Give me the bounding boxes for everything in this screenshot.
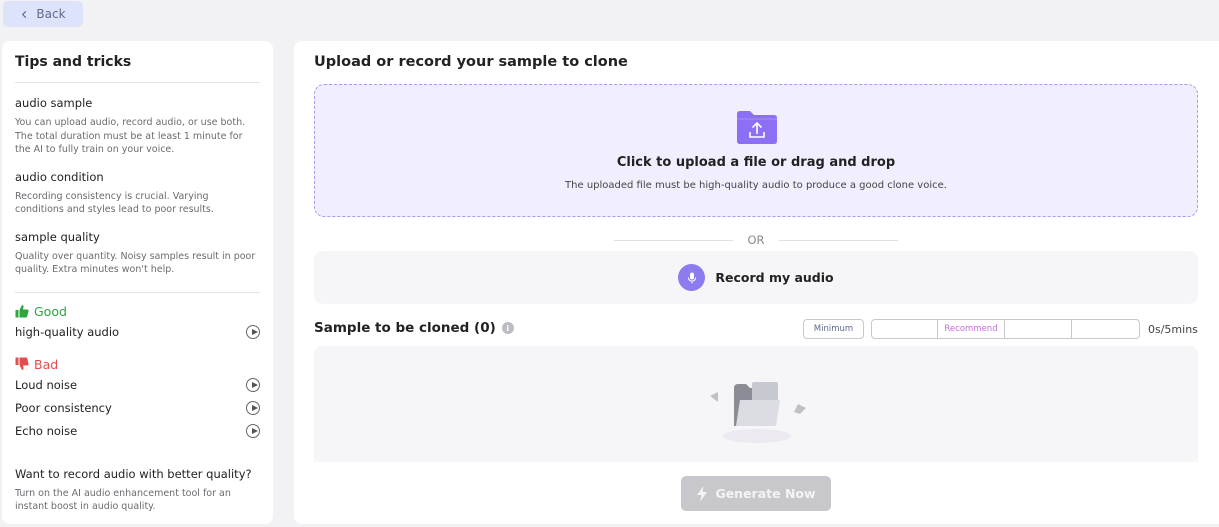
progress-segment (1005, 319, 1072, 339)
play-icon[interactable] (246, 378, 260, 392)
good-heading: Good (15, 304, 260, 319)
thumbs-up-icon (15, 305, 29, 318)
page-title: Upload or record your sample to clone (314, 54, 628, 70)
empty-folder-icon (710, 382, 806, 443)
play-icon[interactable] (246, 325, 260, 339)
enhance-tip-desc: Turn on the AI audio enhancement tool fo… (15, 487, 231, 513)
enhance-tip-title: Want to record audio with better quality… (15, 466, 252, 481)
play-icon[interactable] (246, 424, 260, 438)
sample-list-empty (314, 346, 1198, 462)
duration-progress: Minimum Recommend 0s/5mins (803, 319, 1198, 339)
upload-title: Click to upload a file or drag and drop (616, 155, 896, 170)
thumbs-down-icon (15, 357, 29, 370)
bad-sample-row: Echo noise (15, 420, 260, 443)
divider-line (778, 239, 899, 241)
microphone-icon (678, 264, 706, 291)
or-label: OR (747, 233, 765, 247)
sample-list-title-text: Sample to be cloned (0) (314, 320, 496, 336)
tip-title-sample-quality: sample quality (15, 229, 100, 244)
bad-sample-row: Poor consistency (15, 397, 260, 420)
back-button[interactable]: Back (3, 1, 83, 27)
tip-title-audio-condition: audio condition (15, 169, 104, 184)
lightning-icon (697, 485, 708, 502)
clone-panel: Upload or record your sample to clone Cl… (294, 41, 1219, 524)
good-sample-row: high-quality audio (15, 321, 260, 344)
divider-line (614, 239, 734, 241)
or-divider: OR (614, 233, 899, 247)
upload-description: The uploaded file must be high-quality a… (565, 180, 947, 191)
generate-now-button[interactable]: Generate Now (681, 476, 831, 511)
progress-segment (1072, 319, 1140, 339)
record-audio-button[interactable]: Record my audio (314, 251, 1198, 304)
bad-heading: Bad (15, 357, 260, 372)
sample-list-title: Sample to be cloned (0) i (314, 320, 514, 336)
bad-sample-row: Loud noise (15, 374, 260, 397)
chevron-left-icon (22, 10, 27, 18)
good-sample-label: high-quality audio (15, 325, 120, 339)
recommend-marker: Recommend (938, 319, 1005, 339)
bad-sample-label: Loud noise (15, 378, 78, 392)
tips-title: Tips and tricks (15, 53, 260, 83)
back-label: Back (36, 7, 66, 21)
play-icon[interactable] (246, 401, 260, 415)
upload-dropzone[interactable]: Click to upload a file or drag and drop … (314, 84, 1198, 217)
tip-desc-audio-condition: Recording consistency is crucial. Varyin… (15, 190, 214, 216)
bad-sample-label: Poor consistency (15, 401, 112, 415)
progress-segment (871, 319, 938, 339)
bad-sample-label: Echo noise (15, 424, 78, 438)
record-label: Record my audio (715, 270, 834, 285)
tip-desc-sample-quality: Quality over quantity. Noisy samples res… (15, 250, 256, 276)
duration-text: 0s/5mins (1148, 322, 1198, 336)
bad-label: Bad (34, 356, 59, 372)
generate-label: Generate Now (715, 486, 816, 501)
tip-desc-audio-sample: You can upload audio, record audio, or u… (15, 117, 246, 155)
tip-title-audio-sample: audio sample (15, 96, 93, 110)
tips-panel: Tips and tricks audio sample You can upl… (2, 41, 273, 524)
upload-folder-icon (737, 111, 777, 144)
good-label: Good (34, 303, 67, 319)
divider (15, 291, 260, 293)
info-icon[interactable]: i (501, 322, 514, 334)
minimum-marker: Minimum (803, 319, 864, 339)
